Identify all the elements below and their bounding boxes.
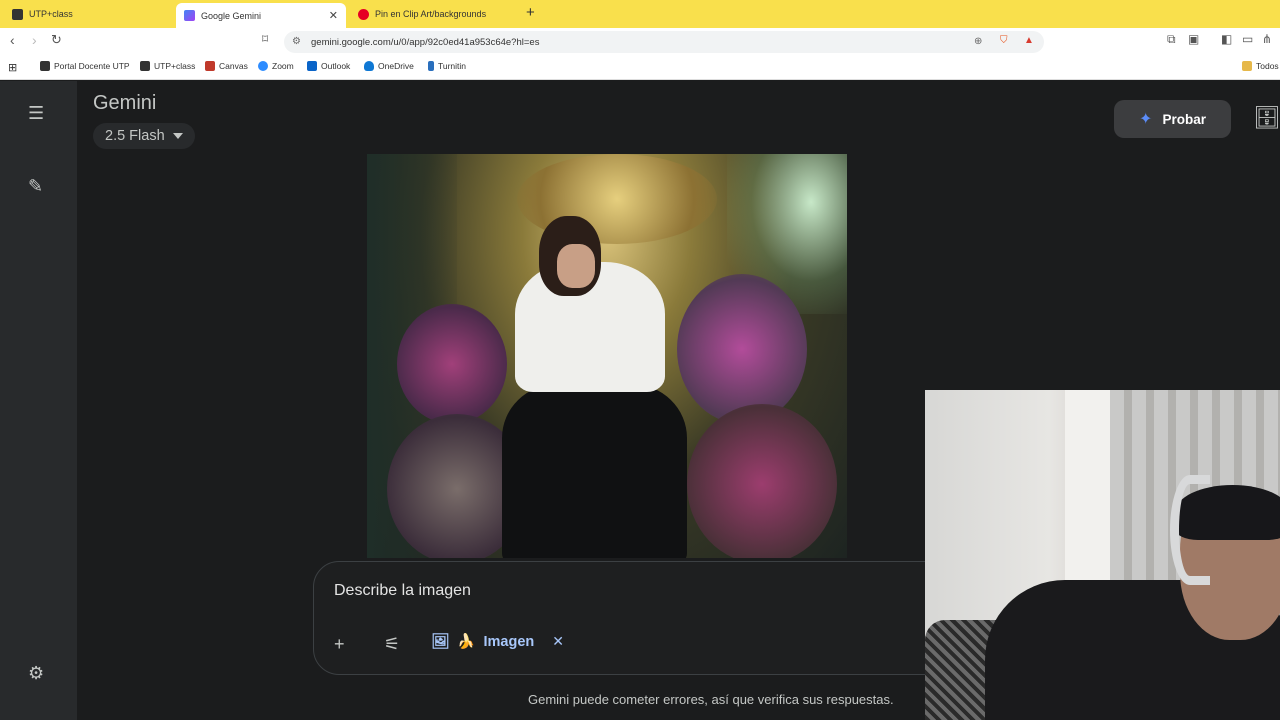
bookmark-zoom[interactable]: Zoom (258, 61, 294, 71)
flower-cluster (687, 404, 837, 558)
bookmark-canvas[interactable]: Canvas (205, 61, 248, 71)
bookmark-label: UTP+class (154, 61, 196, 71)
tab-utp-class[interactable]: UTP+class (4, 3, 174, 25)
model-selector[interactable]: 2.5 Flash (93, 123, 195, 149)
zoom-icon[interactable]: ⊕ (974, 36, 982, 47)
image-tool-icon: 🖼 (431, 634, 450, 650)
new-tab-icon[interactable]: + (526, 4, 535, 21)
bookmark-turnitin[interactable]: Turnitin (428, 61, 466, 71)
settings-icon[interactable]: ⚙ (28, 663, 44, 684)
tab-label: Google Gemini (201, 10, 262, 21)
bookmark-utp-class[interactable]: UTP+class (140, 61, 195, 71)
canvas-icon (205, 61, 215, 71)
apps-grid-icon[interactable]: ⊞ (8, 61, 17, 74)
screenshot-icon[interactable]: ▣ (1188, 32, 1199, 46)
bookmarks-bar: ⊞ Portal Docente UTP UTP+class Canvas Zo… (0, 56, 1280, 80)
prompt-input[interactable]: Describe la imagen (334, 582, 471, 600)
onedrive-icon (364, 61, 374, 71)
image-tool-label: Imagen (483, 633, 535, 650)
reload-icon[interactable]: ↻ (51, 32, 62, 48)
bookmark-onedrive[interactable]: OneDrive (364, 61, 414, 71)
try-label: Probar (1162, 111, 1206, 127)
outlook-icon (307, 61, 317, 71)
prompt-box[interactable]: Describe la imagen + ⚟ 🖼 🍌 Imagen ✕ (313, 561, 953, 675)
headphones (1170, 475, 1210, 585)
address-bar[interactable]: ⚙ gemini.google.com/u/0/app/92c0ed41a953… (284, 31, 1044, 53)
flower-cluster (397, 304, 507, 424)
flower-cluster (677, 274, 807, 424)
back-icon[interactable]: ‹ (10, 32, 15, 48)
close-tab-icon[interactable]: ✕ (329, 9, 338, 22)
utp-favicon-icon (12, 8, 23, 20)
bookmark-label: OneDrive (378, 61, 414, 71)
archive-icon[interactable]: 🗄 (1253, 105, 1280, 131)
bookmark-label: Zoom (272, 61, 294, 71)
image-tool-chip[interactable]: 🖼 🍌 Imagen ✕ (431, 633, 564, 650)
disclaimer-text: Gemini puede cometer errores, así que ve… (528, 692, 894, 707)
bookmark-label: Canvas (219, 61, 248, 71)
sidebar-toggle-icon[interactable]: ◧ (1221, 32, 1232, 46)
site-info-icon[interactable]: ⚙ (292, 36, 301, 47)
bookmark-label: Outlook (321, 61, 351, 71)
remove-chip-icon[interactable]: ✕ (552, 633, 564, 650)
tools-icon[interactable]: ⚟ (384, 634, 400, 655)
bookmark-icon[interactable]: ⌑ (262, 32, 268, 46)
webcam-overlay (925, 390, 1280, 720)
utp-icon (40, 61, 50, 71)
brave-shield-icon[interactable]: ⛉ (1000, 35, 1008, 46)
sparkle-icon: ✦ (1139, 111, 1153, 128)
tab-label: UTP+class (29, 9, 73, 19)
gemini-favicon-icon (184, 10, 195, 21)
try-button[interactable]: ✦ Probar (1114, 100, 1231, 138)
generated-image[interactable] (367, 154, 847, 558)
bookmarks-folder-todos[interactable]: Todos (1242, 61, 1279, 71)
app-title: Gemini (93, 92, 157, 114)
pinterest-favicon-icon (358, 8, 369, 20)
bookmark-outlook[interactable]: Outlook (307, 61, 350, 71)
browser-tab-bar: UTP+class Google Gemini ✕ Pin en Clip Ar… (0, 0, 1280, 28)
bookmark-label: Todos (1256, 61, 1279, 71)
browser-nav-bar: ‹ › ↻ ⌑ ⚙ gemini.google.com/u/0/app/92c0… (0, 28, 1280, 56)
person-face (557, 244, 595, 288)
extensions-icon[interactable]: ⧉ (1167, 32, 1176, 47)
forward-icon[interactable]: › (32, 32, 37, 48)
url-text: gemini.google.com/u/0/app/92c0ed41a953c6… (311, 36, 540, 48)
add-icon[interactable]: + (334, 634, 345, 655)
tab-google-gemini[interactable]: Google Gemini ✕ (176, 3, 346, 28)
bookmark-portal-docente[interactable]: Portal Docente UTP (40, 61, 130, 71)
banana-icon: 🍌 (457, 634, 476, 650)
person-trousers (502, 384, 687, 558)
model-label: 2.5 Flash (105, 128, 165, 144)
folder-icon (1242, 61, 1252, 71)
turnitin-icon (428, 61, 434, 71)
caret-down-icon (172, 133, 183, 139)
rewards-icon[interactable]: ▲ (1024, 35, 1034, 46)
utp-icon (140, 61, 150, 71)
main-menu-icon[interactable]: ☰ (28, 103, 44, 124)
tab-label: Pin en Clip Art/backgrounds (375, 9, 487, 19)
bookmark-label: Turnitin (438, 61, 467, 71)
gemini-sidebar: ☰ ✎ ⚙ (0, 81, 77, 720)
menu-icon[interactable]: ⋔ (1262, 32, 1272, 46)
new-chat-icon[interactable]: ✎ (28, 176, 43, 197)
bookmark-label: Portal Docente UTP (54, 61, 130, 71)
tab-pinterest[interactable]: Pin en Clip Art/backgrounds (350, 3, 520, 25)
wallet-icon[interactable]: ▭ (1242, 32, 1253, 46)
zoom-app-icon (258, 61, 268, 71)
